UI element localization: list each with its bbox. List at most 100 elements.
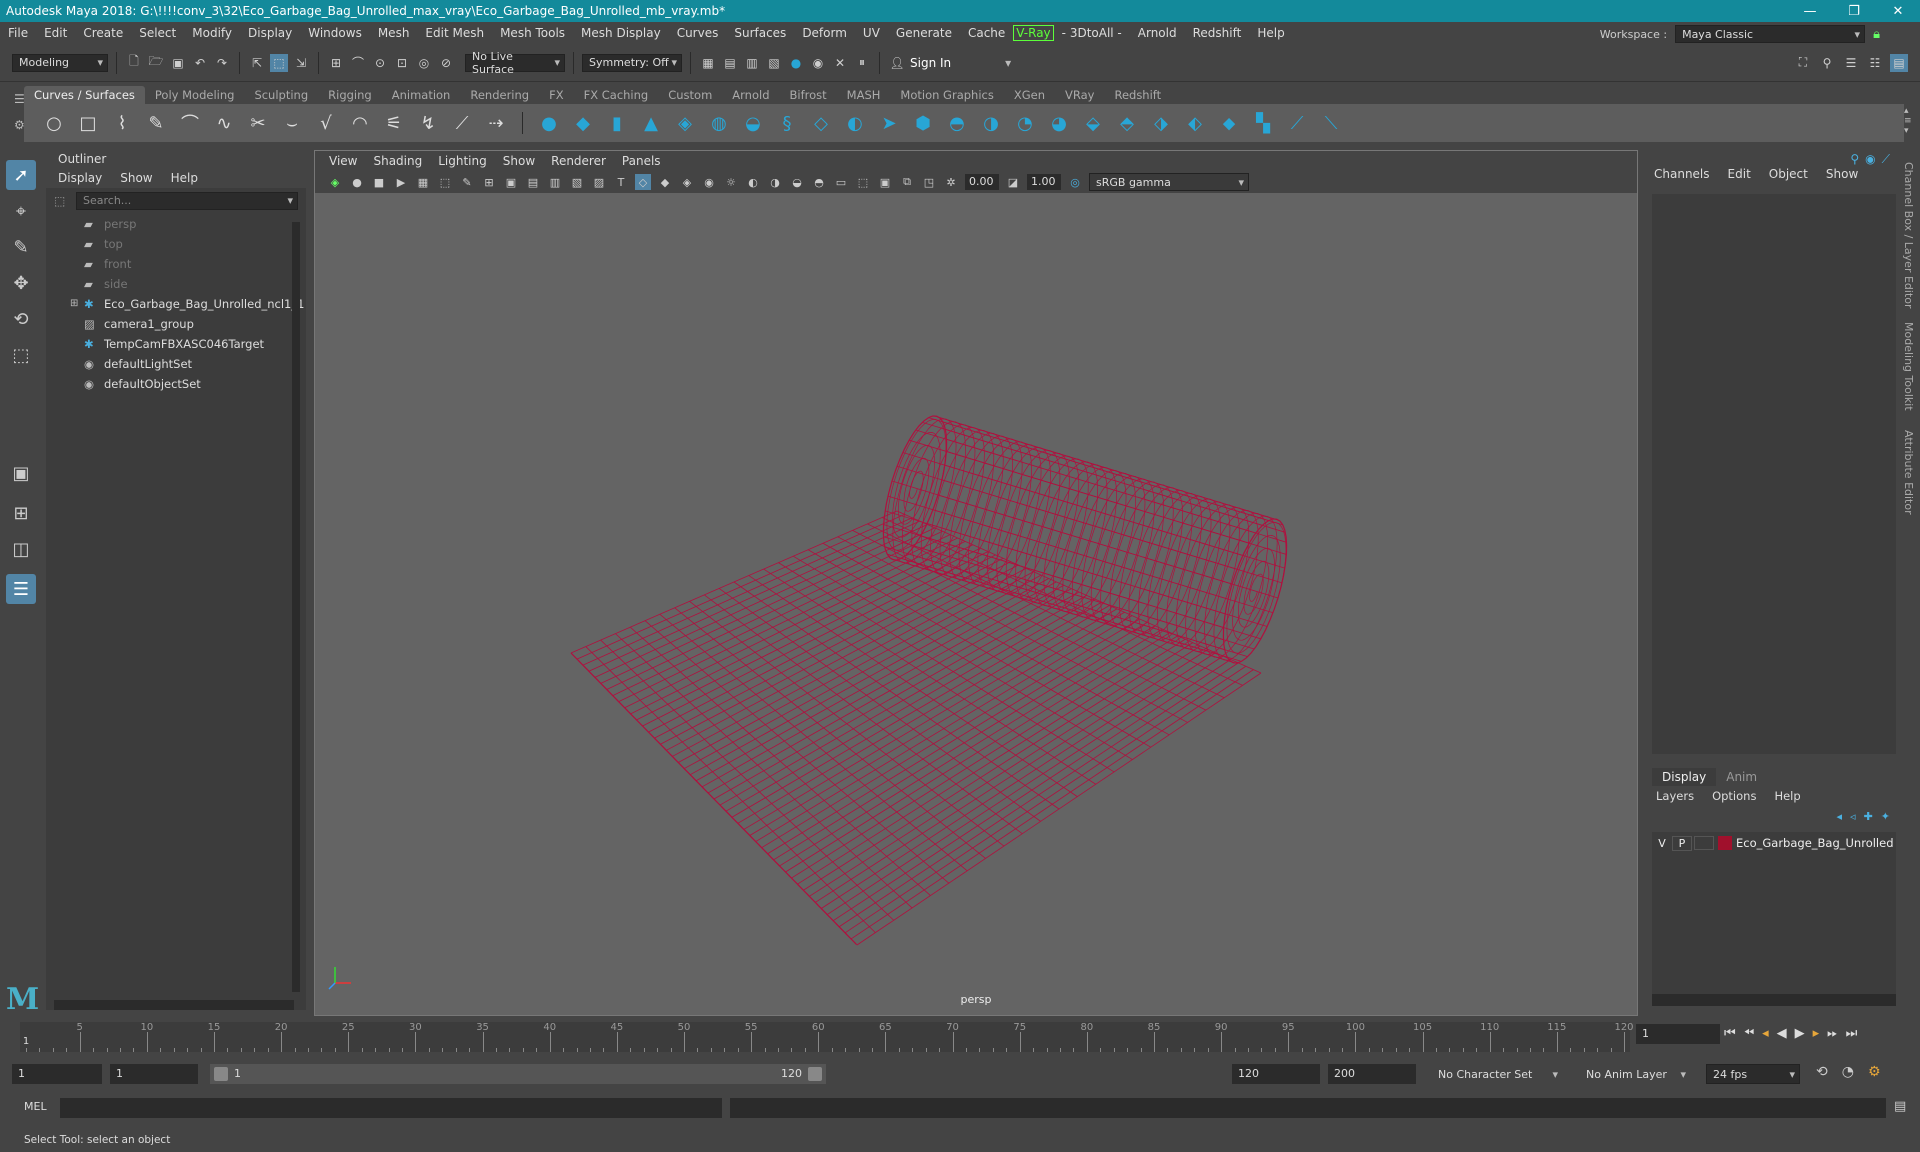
nurbs-cube-icon[interactable]: ◆ (571, 111, 595, 135)
wireframe-icon[interactable]: ◇ (635, 174, 651, 190)
isolate-select-icon[interactable]: ⬚ (855, 174, 871, 190)
curve-arc-icon[interactable]: ◠ (348, 111, 372, 135)
current-frame-field[interactable]: 1 (1636, 1024, 1720, 1044)
surface-edit-icon[interactable]: ⬖ (1183, 111, 1207, 135)
range-slider-bar[interactable]: 1 120 (210, 1064, 826, 1084)
start-time-field[interactable]: 1 (12, 1064, 102, 1084)
gate-mask-icon[interactable]: ▥ (547, 174, 563, 190)
step-back-key-icon[interactable]: ◂ (1762, 1026, 1769, 1041)
shelf-tab-sculpting[interactable]: Sculpting (244, 86, 318, 104)
layer-menu-help[interactable]: Help (1774, 786, 1800, 806)
outliner-item-front[interactable]: ▰ front (46, 254, 306, 274)
layer-tab-display[interactable]: Display (1652, 768, 1717, 786)
minimize-icon[interactable]: — (1788, 0, 1832, 22)
select-object-icon[interactable]: ⬚ (270, 53, 288, 72)
new-layer-selected-icon[interactable]: ✦ (1881, 810, 1890, 823)
film-gate-icon[interactable]: ▣ (503, 174, 519, 190)
fps-dropdown[interactable]: 24 fps (1706, 1064, 1800, 1084)
menu-mesh-display[interactable]: Mesh Display (573, 26, 669, 40)
render-frame-icon[interactable]: ▤ (721, 54, 739, 72)
sign-in-button[interactable]: Sign In (910, 56, 951, 70)
shelf-tab-fx-caching[interactable]: FX Caching (574, 86, 659, 104)
channel-menu-channels[interactable]: Channels (1654, 164, 1710, 190)
field-chart-icon[interactable]: ▧ (569, 174, 585, 190)
viewport-menu-show[interactable]: Show (495, 154, 543, 168)
menu-edit-mesh[interactable]: Edit Mesh (417, 26, 492, 40)
end-time-field[interactable]: 200 (1328, 1064, 1416, 1084)
menu-set-dropdown[interactable]: Modeling (12, 53, 108, 72)
curve-offset-icon[interactable]: ↯ (416, 111, 440, 135)
wireframe-on-shaded-icon[interactable]: ◈ (679, 174, 695, 190)
untrim-icon[interactable]: ⬙ (1081, 111, 1105, 135)
vray-ipr-icon[interactable]: ✕ (831, 54, 849, 72)
viewport-menu-view[interactable]: View (321, 154, 365, 168)
curve-extend-icon[interactable]: ⟋ (450, 111, 474, 135)
xray-icon[interactable]: ▣ (877, 174, 893, 190)
shelf-tab-animation[interactable]: Animation (382, 86, 461, 104)
2d-pan-zoom-icon[interactable]: ⬚ (437, 174, 453, 190)
expand-icon[interactable]: ⊞ (70, 294, 78, 314)
revolve-icon[interactable]: ◒ (741, 111, 765, 135)
nurbs-square-icon[interactable]: □ (76, 111, 100, 135)
save-scene-icon[interactable]: ▣ (169, 54, 187, 72)
layer-move-down-icon[interactable]: ◃ (1850, 810, 1856, 823)
time-slider-track[interactable]: 1 5 10 15 20 25 30 35 40 45 50 55 60 65 70 75 80 85 90 95 1… (20, 1022, 1634, 1052)
restore-icon[interactable]: ❐ (1832, 0, 1876, 22)
menu-mesh-tools[interactable]: Mesh Tools (492, 26, 573, 40)
menu-deform[interactable]: Deform (794, 26, 855, 40)
curve-detach-icon[interactable]: √ (314, 111, 338, 135)
wireframe-mesh[interactable] (315, 193, 1637, 1015)
viewport-panel[interactable]: View Shading Lighting Show Renderer Pane… (314, 150, 1638, 1016)
ambient-occlusion-icon[interactable]: ◑ (767, 174, 783, 190)
attribute-editor-icon[interactable]: ⚲ (1818, 54, 1836, 72)
shelf-tab-poly-modeling[interactable]: Poly Modeling (145, 86, 245, 104)
menu-mesh[interactable]: Mesh (370, 26, 418, 40)
outliner-item-top[interactable]: ▰ top (46, 234, 306, 254)
menu-edit[interactable]: Edit (36, 26, 75, 40)
channel-box-attr-icon[interactable]: ⚲ (1850, 152, 1859, 167)
layer-row[interactable]: V P Eco_Garbage_Bag_Unrolled (1652, 832, 1896, 854)
shadows-icon[interactable]: ◐ (745, 174, 761, 190)
menu-uv[interactable]: UV (855, 26, 888, 40)
viewport-menu-shading[interactable]: Shading (365, 154, 430, 168)
grid-icon[interactable]: ⊞ (481, 174, 497, 190)
workspace-dropdown[interactable]: Maya Classic (1675, 25, 1866, 43)
menu-curves[interactable]: Curves (669, 26, 727, 40)
side-tab-channel-box[interactable]: Channel Box / Layer Editor (1902, 162, 1915, 309)
close-icon[interactable]: ✕ (1876, 0, 1920, 22)
snap-view-icon[interactable]: ⊡ (393, 54, 411, 72)
color-space-dropdown[interactable]: sRGB gamma (1089, 173, 1249, 191)
render-settings-icon[interactable]: ▦ (699, 54, 717, 72)
outliner-item-eco-garbage-bag[interactable]: ⊞ ✱ Eco_Garbage_Bag_Unrolled_ncl1_1 (46, 294, 306, 314)
snap-plane-icon[interactable]: ⊘ (437, 54, 455, 72)
menu-modify[interactable]: Modify (184, 26, 240, 40)
command-input[interactable] (60, 1098, 722, 1118)
step-forward-frame-icon[interactable]: ⏩︎ (1827, 1026, 1837, 1041)
nurbs-torus-icon[interactable]: ◍ (707, 111, 731, 135)
gamma-icon[interactable]: ◪ (1005, 174, 1021, 190)
anti-aliasing-icon[interactable]: ◓ (811, 174, 827, 190)
play-forwards-icon[interactable]: ▶ (1795, 1026, 1805, 1041)
camera-attributes-icon[interactable]: ■ (371, 174, 387, 190)
menu-vray[interactable]: V-Ray (1013, 25, 1054, 41)
channel-box-toggle-icon[interactable]: ⟋ (1882, 152, 1890, 167)
channel-menu-edit[interactable]: Edit (1728, 164, 1751, 190)
menu-file[interactable]: File (0, 26, 36, 40)
layer-name[interactable]: Eco_Garbage_Bag_Unrolled (1736, 836, 1894, 850)
go-to-start-icon[interactable]: ⏮︎ (1724, 1026, 1736, 1041)
select-camera-icon[interactable]: ◈ (327, 174, 343, 190)
cv-curve-icon[interactable]: ⌇ (110, 111, 134, 135)
channel-menu-object[interactable]: Object (1769, 164, 1808, 190)
scale-tool-icon[interactable]: ⬚ (6, 340, 36, 370)
nurbs-cone-icon[interactable]: ▲ (639, 111, 663, 135)
bevel-plus-icon[interactable]: ⬢ (911, 111, 935, 135)
layer-playback-toggle[interactable]: P (1672, 835, 1692, 851)
loft-icon[interactable]: § (775, 111, 799, 135)
menu-display[interactable]: Display (240, 26, 300, 40)
loop-icon[interactable]: ⟲ (1816, 1064, 1828, 1080)
project-curve-icon[interactable]: ◔ (1013, 111, 1037, 135)
menu-arnold[interactable]: Arnold (1130, 26, 1185, 40)
command-language-toggle[interactable]: MEL (24, 1100, 47, 1113)
side-tab-modeling-toolkit[interactable]: Modeling Toolkit (1902, 322, 1915, 411)
playback-end-field[interactable]: 120 (1232, 1064, 1320, 1084)
